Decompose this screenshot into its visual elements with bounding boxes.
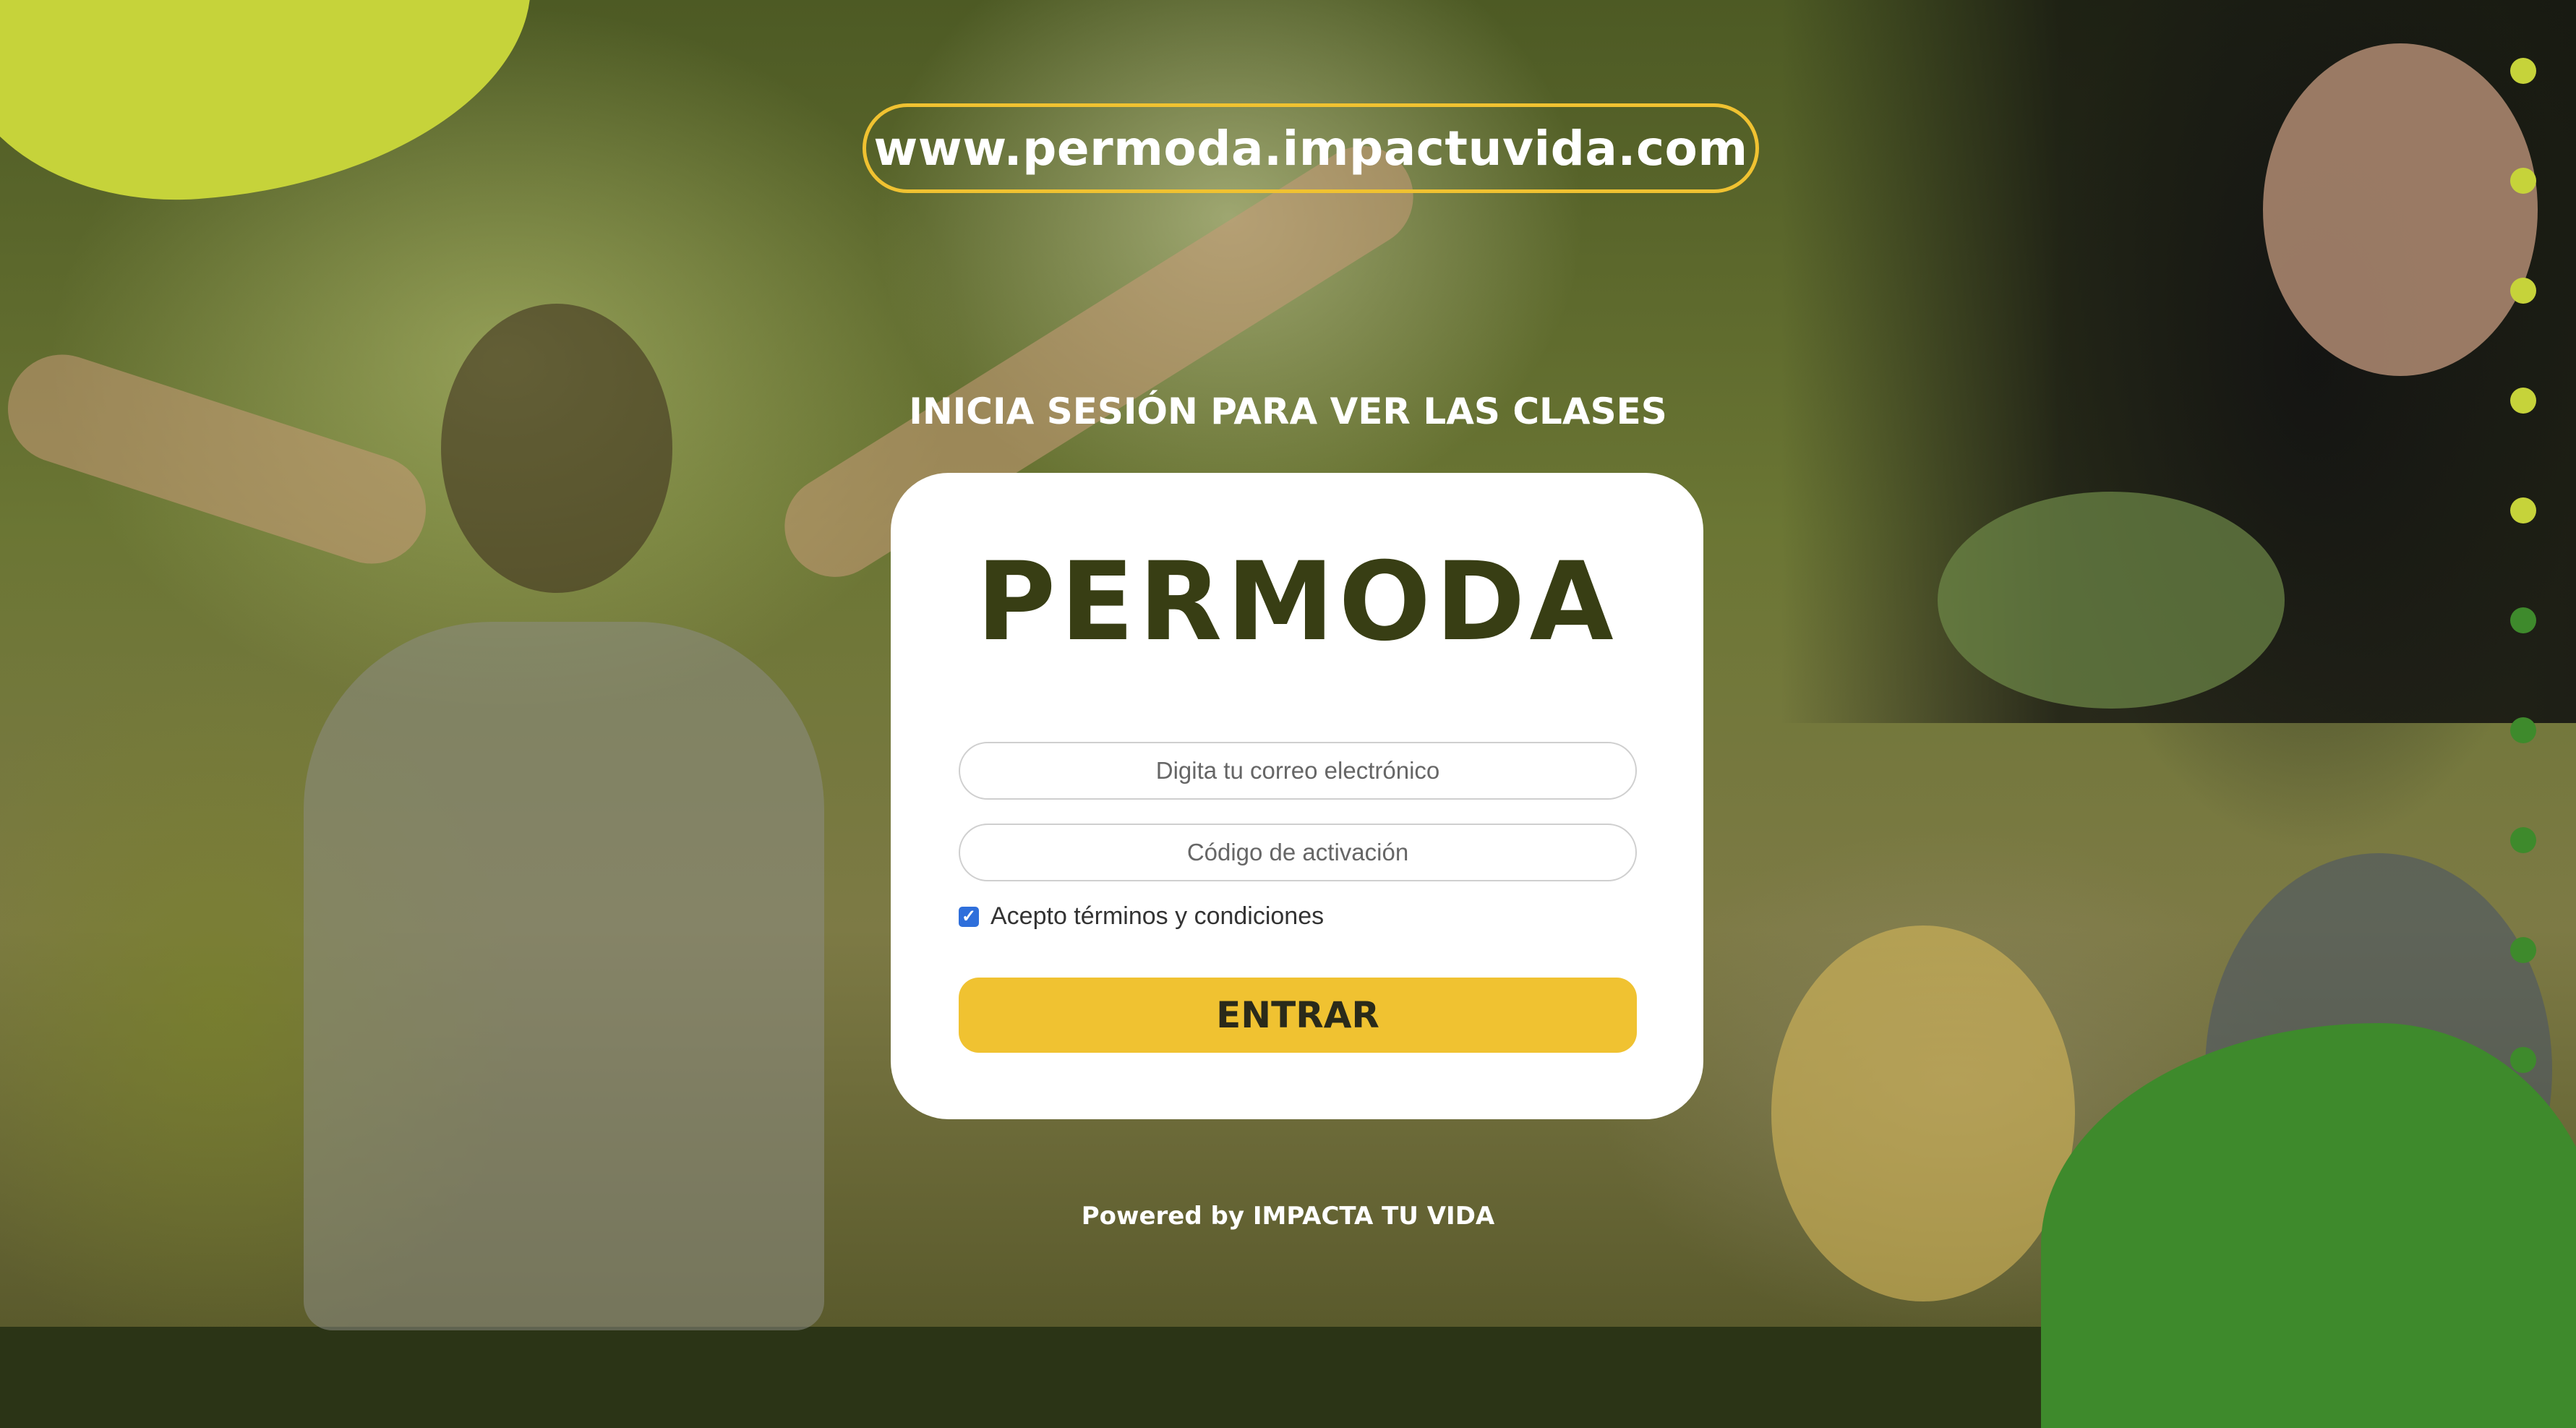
terms-checkbox[interactable]: ✓ [959,906,979,927]
terms-label[interactable]: Acepto términos y condiciones [990,902,1324,931]
powered-brand: IMPACTA TU VIDA [1252,1202,1495,1231]
check-icon: ✓ [961,907,977,926]
decorative-dot [2510,278,2536,304]
decorative-dot [2510,58,2536,84]
decorative-dot [2510,497,2536,523]
powered-by-footer: Powered by IMPACTA TU VIDA [0,1202,2576,1231]
email-input[interactable] [959,742,1637,800]
background-figure [1938,492,2285,709]
url-banner-text: www.permoda.impactuvida.com [873,120,1748,176]
brand-title: PERMODA [976,539,1618,665]
decorative-dot [2510,168,2536,194]
decorative-dot [2510,937,2536,963]
background-figure [2263,43,2538,376]
terms-row: ✓ Acepto términos y condiciones [959,902,1324,931]
login-heading: INICIA SESIÓN PARA VER LAS CLASES [909,390,1667,432]
background-figure [1771,925,2075,1301]
activation-code-input[interactable] [959,824,1637,881]
decorative-dot [2510,607,2536,633]
powered-prefix: Powered by [1081,1202,1253,1231]
decorative-dot [2510,827,2536,853]
decorative-dot [2510,1047,2536,1073]
submit-button[interactable]: ENTRAR [959,978,1637,1053]
login-card: PERMODA ✓ Acepto términos y condiciones … [891,473,1703,1119]
background-figure [441,304,672,593]
decorative-dot [2510,717,2536,743]
url-banner: www.permoda.impactuvida.com [863,103,1759,193]
